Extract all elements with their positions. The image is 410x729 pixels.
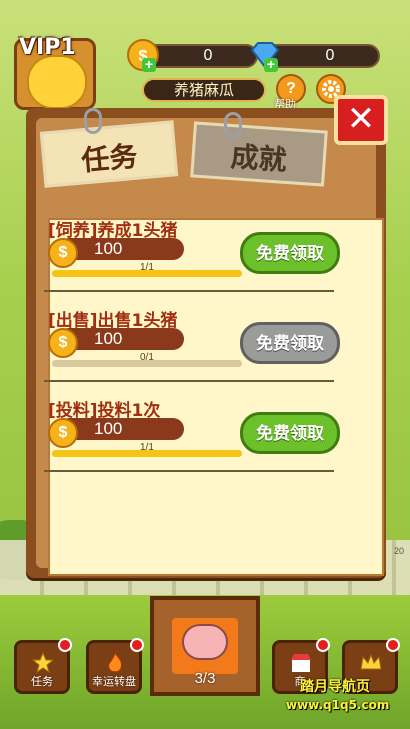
task-row: [投料]投料1次 100 $ 1/1 免费领取 <box>44 396 344 478</box>
paperclip-icon <box>84 108 102 134</box>
claim-button[interactable]: 免费领取 <box>240 412 340 454</box>
pig-pen-panel <box>172 618 238 674</box>
tab-achievements-label: 成就 <box>229 140 288 177</box>
nav-task-button[interactable]: 任务 <box>14 638 72 694</box>
crown-icon <box>360 653 382 670</box>
question-icon: ? <box>286 80 296 97</box>
close-button[interactable]: ✕ <box>334 95 388 145</box>
nav-lucky-wheel-label: 幸运转盘 <box>92 675 136 688</box>
notification-dot <box>130 638 144 652</box>
progress-text: 0/1 <box>140 352 154 363</box>
divider <box>44 470 334 472</box>
shop-icon <box>291 654 311 672</box>
watermark-url: www.q1q5.com <box>286 698 390 712</box>
reward-value: 100 <box>94 419 123 438</box>
notification-dot <box>316 638 330 652</box>
claim-button-disabled[interactable]: 免费领取 <box>240 322 340 364</box>
top-bar: VIP1 $ 0 + 0 + 养猪麻瓜 ? 帮助 <box>0 0 410 111</box>
claim-button[interactable]: 免费领取 <box>240 232 340 274</box>
farm-name: 养猪麻瓜 <box>142 78 266 102</box>
pig-avatar-icon <box>27 55 87 109</box>
add-gems-button[interactable]: + <box>264 57 278 72</box>
progress-text: 1/1 <box>140 442 154 453</box>
nav-lucky-wheel-button[interactable]: 幸运转盘 <box>86 638 144 694</box>
coin-icon: $ <box>48 328 78 358</box>
star-icon <box>31 651 55 674</box>
add-coins-button[interactable]: + <box>142 57 156 72</box>
notification-dot <box>58 638 72 652</box>
divider <box>44 380 334 382</box>
divider <box>44 290 334 292</box>
pig-icon <box>182 624 228 660</box>
pig-pen-sign[interactable]: 3/3 <box>150 596 260 696</box>
coin-icon: $ <box>48 238 78 268</box>
pig-count: 3/3 <box>194 670 216 687</box>
reward-value: 100 <box>94 239 123 258</box>
coin-icon: $ <box>48 418 78 448</box>
notification-dot <box>386 638 400 652</box>
watermark-title: 踏月导航页 <box>300 679 370 695</box>
tab-achievements[interactable]: 成就 <box>190 121 328 187</box>
tab-tasks[interactable]: 任务 <box>39 120 179 188</box>
coin-value: 0 <box>203 47 213 64</box>
vip-label: VIP1 <box>19 35 76 60</box>
task-row: [饲养]养成1头猪 100 $ 1/1 免费领取 <box>44 216 344 298</box>
paperclip-icon <box>224 112 242 138</box>
fire-icon <box>108 651 122 673</box>
reward-value: 100 <box>94 329 123 348</box>
side-number: 20 <box>394 546 405 556</box>
gem-counter: 0 <box>250 42 380 69</box>
coin-counter: $ 0 <box>127 39 258 71</box>
tab-tasks-label: 任务 <box>80 139 139 178</box>
close-icon: ✕ <box>346 99 376 139</box>
task-row: [出售]出售1头猪 100 $ 0/1 免费领取 <box>44 306 344 388</box>
gem-value: 0 <box>325 47 335 64</box>
avatar[interactable]: VIP1 <box>14 35 96 110</box>
progress-text: 1/1 <box>140 262 154 273</box>
nav-task-label: 任务 <box>31 675 53 688</box>
